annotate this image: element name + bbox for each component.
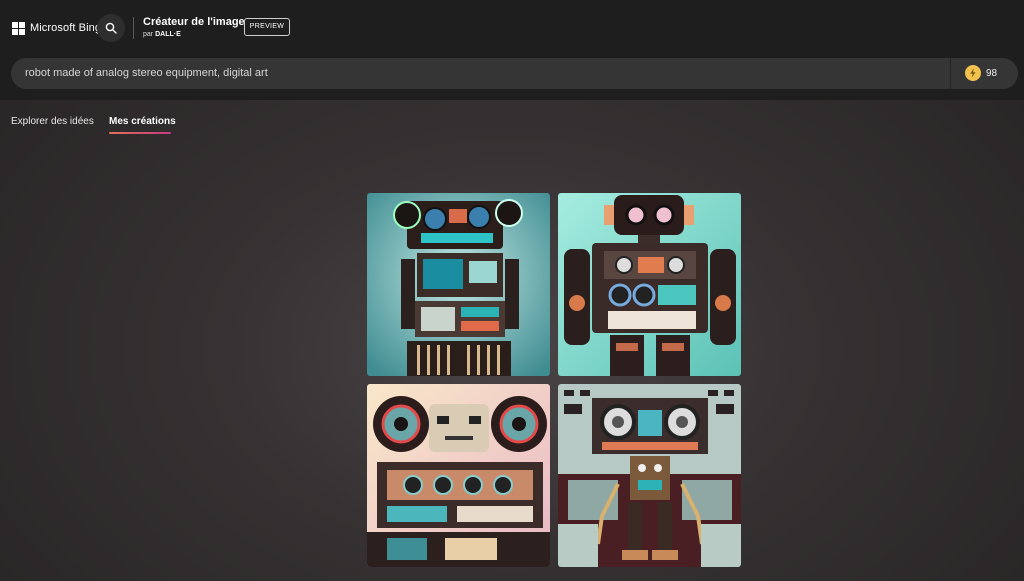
boost-count: 98 — [986, 67, 998, 79]
robot-image-3 — [367, 384, 550, 567]
tab-my-creations[interactable]: Mes créations — [109, 116, 176, 127]
microsoft-bing-brand[interactable]: Microsoft Bing — [12, 20, 101, 36]
image-grid — [367, 193, 741, 567]
subtitle-prefix: par — [143, 31, 154, 38]
lightning-bolt-icon — [965, 65, 981, 81]
generated-image-2[interactable] — [558, 193, 741, 376]
prompt-input[interactable]: robot made of analog stereo equipment, d… — [25, 67, 268, 79]
boost-counter[interactable]: 98 — [965, 65, 997, 81]
preview-badge: PREVIEW — [244, 18, 290, 36]
robot-image-1 — [367, 193, 550, 376]
generated-image-1[interactable] — [367, 193, 550, 376]
search-icon — [105, 22, 117, 34]
subtitle-brand: DALL·E — [155, 31, 181, 38]
app-title-block: Créateur de l'image par DALL·E — [143, 16, 245, 41]
search-button[interactable] — [97, 14, 125, 42]
generated-image-3[interactable] — [367, 384, 550, 567]
top-bar: Microsoft Bing Créateur de l'image par D… — [0, 0, 1024, 100]
robot-image-4 — [558, 384, 741, 567]
microsoft-logo-icon — [12, 21, 25, 35]
tab-explore[interactable]: Explorer des idées — [11, 116, 94, 127]
header-divider — [133, 17, 134, 39]
page-subtitle: par DALL·E — [143, 29, 245, 41]
generated-image-4[interactable] — [558, 384, 741, 567]
robot-image-2 — [558, 193, 741, 376]
prompt-separator — [950, 58, 951, 89]
active-tab-indicator — [109, 132, 171, 134]
prompt-bar[interactable]: robot made of analog stereo equipment, d… — [11, 58, 1018, 89]
page-title: Créateur de l'image — [143, 16, 245, 28]
brand-name: Microsoft Bing — [30, 22, 102, 34]
